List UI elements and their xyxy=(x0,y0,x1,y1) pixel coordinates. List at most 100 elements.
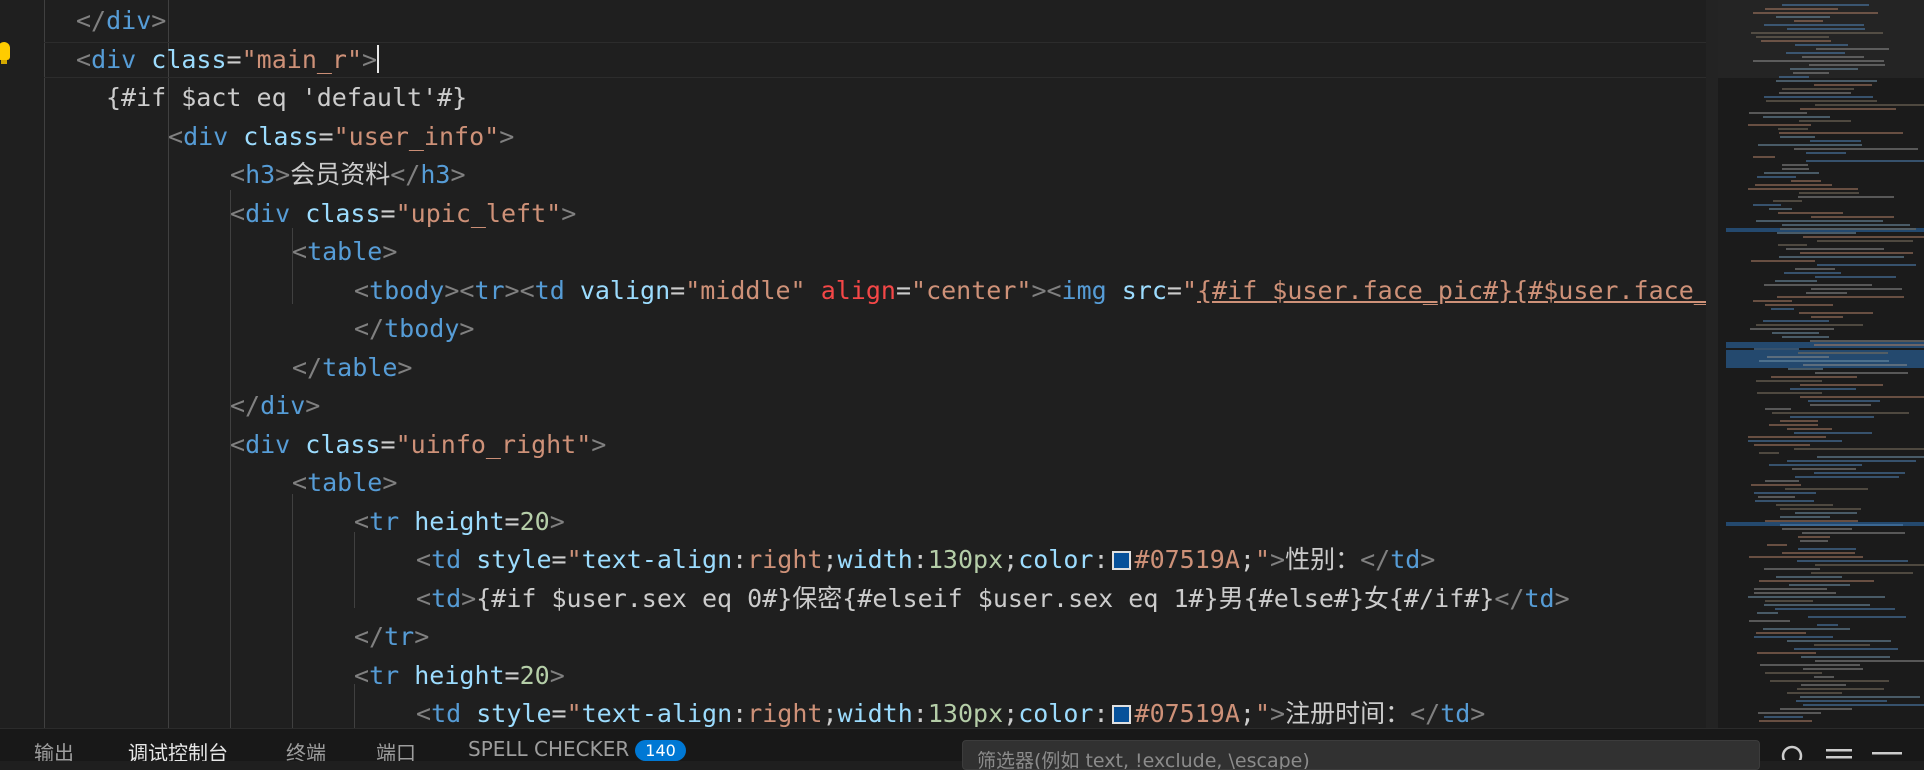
minimap-line xyxy=(1769,464,1862,466)
code-token: = xyxy=(380,429,396,459)
code-token: < xyxy=(354,275,370,305)
minimap-line xyxy=(1785,488,1868,490)
code-token: > xyxy=(1270,699,1286,728)
minimap-line xyxy=(1767,544,1787,546)
code-token: >< xyxy=(504,275,535,305)
minimap-line xyxy=(1766,100,1877,102)
code-token: : xyxy=(1093,699,1109,728)
minimap-line xyxy=(1775,280,1817,282)
minimap-line xyxy=(1753,204,1781,206)
minimap-line xyxy=(1782,164,1808,166)
minimap-line xyxy=(1792,468,1856,470)
code-token: > xyxy=(382,468,398,497)
minimap-line xyxy=(1772,412,1909,414)
panel-tab-terminal[interactable]: 终端 xyxy=(286,737,326,761)
minimap-line xyxy=(1802,56,1864,58)
minimap-line xyxy=(1755,500,1814,502)
code-token: height xyxy=(414,660,505,690)
minimap-line xyxy=(1814,344,1924,346)
code-token: td xyxy=(1440,699,1471,728)
minimap-line xyxy=(1808,400,1880,402)
more-actions-icon[interactable] xyxy=(1870,744,1906,760)
code-token: > xyxy=(459,314,475,343)
panel-tab-debug-console[interactable]: 调试控制台 xyxy=(128,737,228,761)
minimap-line xyxy=(1800,696,1920,698)
minimap-line xyxy=(1753,12,1878,14)
code-token: < xyxy=(416,545,432,574)
minimap-line xyxy=(1759,360,1889,362)
minimap-line xyxy=(1757,652,1816,654)
minimap-line xyxy=(1800,384,1883,386)
minimap-line xyxy=(1782,168,1809,170)
code-token: tr xyxy=(369,506,400,536)
minimap-line xyxy=(1787,460,1916,462)
minimap-line xyxy=(1797,560,1908,562)
minimap-line xyxy=(1801,684,1846,686)
minimap-line xyxy=(1759,452,1779,454)
minimap-line xyxy=(1751,32,1883,34)
code-token: > xyxy=(305,391,321,420)
minimap-line xyxy=(1787,640,1891,642)
code-token: 注册时间： xyxy=(1285,699,1411,728)
minimap-line xyxy=(1801,656,1890,658)
minimap-line xyxy=(1758,712,1821,714)
minimap-line xyxy=(1794,20,1823,22)
code-token: = xyxy=(504,660,520,690)
minimap-line xyxy=(1755,184,1832,186)
panel-tab-spell-checker[interactable]: SPELL CHECKER 140 xyxy=(468,737,686,761)
code-line: <tr height=20> xyxy=(354,657,565,695)
minimap-line xyxy=(1815,372,1908,374)
minimap-line xyxy=(1754,588,1827,590)
code-token: 20 xyxy=(519,660,550,690)
minimap-line xyxy=(1794,432,1872,434)
code-token: src xyxy=(1121,275,1167,305)
code-token: < xyxy=(230,160,246,189)
code-token: </ xyxy=(1494,583,1525,613)
code-token: td xyxy=(431,545,462,574)
code-token: > xyxy=(151,6,167,35)
code-token: 130px xyxy=(927,699,1004,728)
color-swatch[interactable] xyxy=(1111,705,1131,724)
code-editor[interactable]: </div> <div class="main_r"> {#if $act eq '… xyxy=(0,0,1718,728)
code-token: > xyxy=(1270,545,1286,574)
vertical-scrollbar[interactable] xyxy=(1706,0,1718,728)
code-token: table xyxy=(322,352,398,382)
code-token: </ xyxy=(354,622,385,651)
code-token: #07519A xyxy=(1134,699,1240,728)
minimap-line xyxy=(1750,328,1834,330)
minimap-line xyxy=(1817,240,1913,242)
panel-tab-output[interactable]: 输出 xyxy=(34,737,74,761)
search-icon[interactable] xyxy=(1780,744,1808,760)
list-filter-icon[interactable] xyxy=(1824,744,1856,760)
code-token: 性别： xyxy=(1285,545,1361,574)
code-token: td xyxy=(1524,583,1555,613)
minimap[interactable] xyxy=(1718,0,1924,728)
minimap-line xyxy=(1799,192,1859,194)
code-line: <div class="upic_left"> xyxy=(230,195,576,233)
minimap-line xyxy=(1797,688,1884,690)
code-line: <tbody><tr><td valign="middle" align="ce… xyxy=(354,272,1718,310)
minimap-line xyxy=(1765,408,1791,410)
code-line: <div class="uinfo_right"> xyxy=(230,426,606,464)
panel-tab-ports[interactable]: 端口 xyxy=(376,737,416,761)
minimap-line xyxy=(1772,332,1819,334)
minimap-line xyxy=(1784,272,1841,274)
minimap-line xyxy=(1815,660,1924,662)
lightbulb-icon[interactable] xyxy=(0,42,10,64)
code-line: <table> xyxy=(292,464,397,502)
minimap-line xyxy=(1754,636,1833,638)
color-swatch[interactable] xyxy=(1111,551,1131,570)
filter-input[interactable]: 筛选器(例如 text, !exclude, \escape) xyxy=(962,740,1760,770)
code-token: ; xyxy=(1239,699,1255,728)
minimap-line xyxy=(1764,568,1820,570)
code-token: text-align xyxy=(581,699,733,728)
code-token: > xyxy=(382,237,398,266)
minimap-line xyxy=(1782,88,1854,90)
minimap-line xyxy=(1780,508,1861,510)
code-token: td xyxy=(431,699,462,728)
code-token: ; xyxy=(822,699,838,728)
code-token: 会员资料 xyxy=(290,160,391,189)
